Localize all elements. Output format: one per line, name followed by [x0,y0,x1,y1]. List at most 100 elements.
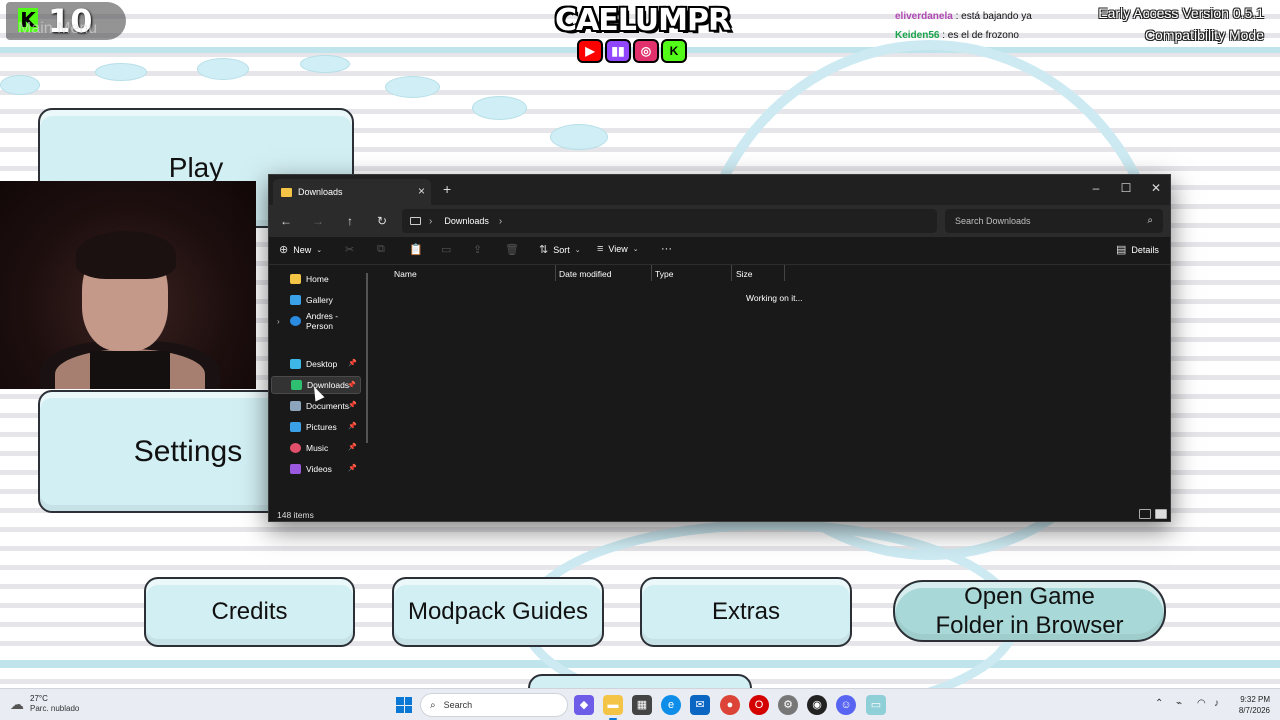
column-header-date-modified[interactable]: Date modified [559,269,611,279]
tiles-view-toggle[interactable] [1155,509,1167,519]
windows-logo-pane [404,697,412,705]
desktop-icon [290,359,301,369]
network-icon[interactable]: ⌁ [1176,698,1182,709]
pin-icon: 📌 [348,423,357,430]
more-options-button[interactable]: ··· [661,243,672,255]
taskbar-search-placeholder: Search [443,700,473,710]
search-placeholder: Search Downloads [955,216,1031,226]
file-explorer-icon[interactable]: ▬ [603,695,623,720]
sidebar-item-music[interactable]: Music 📌 [271,439,361,457]
obs-icon[interactable]: ◉ [807,695,827,715]
outlook-icon[interactable]: ✉ [690,695,710,715]
open-folder-label-line1: Open Game [964,583,1095,610]
settings-label: Settings [133,434,243,468]
close-window-button[interactable]: ✕ [1141,178,1171,198]
column-header-type[interactable]: Type [655,269,673,279]
chat-message: Keiden56 : es el de frozono [895,30,1019,41]
home-icon [290,274,301,284]
store-icon[interactable]: ▦ [632,695,652,715]
sidebar-item-desktop[interactable]: Desktop 📌 [271,355,361,373]
extras-button[interactable]: Extras [640,577,852,647]
view-button[interactable]: ≡ View ⌄ [597,243,639,255]
weather-widget[interactable]: ☁ 27°C Parc. nublado [10,694,79,714]
twitch-icon: ▮▮ [605,39,631,63]
sidebar-item-gallery[interactable]: Gallery [271,291,361,309]
maximize-button[interactable]: ☐ [1111,178,1141,198]
credits-button[interactable]: Credits [144,577,355,647]
forward-button[interactable]: → [307,211,329,231]
explorer-titlebar[interactable]: Downloads × + – ☐ ✕ [269,175,1170,205]
open-folder-label-line2: Folder in Browser [935,612,1124,639]
column-divider[interactable] [731,265,732,281]
clock-date: 8/7/2026 [1238,706,1270,715]
sort-button[interactable]: ⇅ Sort ⌄ [539,243,581,256]
sort-icon: ⇅ [539,244,549,256]
social-icons: ▶ ▮▮ ◎ K [577,39,687,63]
paste-icon[interactable]: 📋 [409,243,423,256]
start-button[interactable] [396,697,412,713]
settings-gear-icon[interactable]: ⚙ [778,695,798,715]
column-header-size[interactable]: Size [736,269,753,279]
game-window-icon[interactable]: ▭ [866,695,886,715]
volume-icon[interactable]: ♪ [1214,698,1219,709]
pin-icon: 📌 [348,465,357,472]
chrome-icon[interactable]: ● [720,695,740,715]
chevron-right-icon[interactable]: › [499,216,502,227]
column-divider[interactable] [651,265,652,281]
tab-downloads[interactable]: Downloads × [273,179,431,205]
address-bar[interactable]: › Downloads › [402,209,937,233]
onedrive-icon [290,316,301,326]
edge-icon[interactable]: e [661,695,681,715]
new-tab-button[interactable]: + [443,181,451,197]
sidebar-item-pictures[interactable]: Pictures 📌 [271,418,361,436]
copy-icon[interactable]: ⧉ [377,243,385,256]
sidebar-item-label: Home [306,274,329,284]
sidebar-item-home[interactable]: Home [271,270,361,288]
minimize-button[interactable]: – [1081,178,1111,198]
close-tab-icon[interactable]: × [418,184,425,198]
details-button[interactable]: ▤ Details [1116,243,1159,256]
column-header-name[interactable]: Name [394,269,417,279]
delete-icon[interactable]: 🗑 [505,243,519,256]
version-label: Early Access Version 0.5.1 [1098,5,1264,21]
opera-gx-icon[interactable]: O [749,695,769,715]
windows-logo-pane [396,705,404,713]
taskbar-search[interactable]: ⌕ Search [420,693,568,717]
pin-icon: 📌 [348,360,357,367]
chevron-right-icon[interactable]: › [277,317,280,326]
cut-icon[interactable]: ✂ [345,243,354,256]
modpack-guides-button[interactable]: Modpack Guides [392,577,604,647]
webcam-person-hair [76,231,176,279]
refresh-button[interactable]: ↻ [371,211,393,231]
chevron-up-icon[interactable]: ⌃ [1155,698,1163,709]
wifi-icon[interactable]: ◠ [1197,698,1206,709]
up-button[interactable]: ↑ [339,211,361,231]
copilot-icon[interactable]: ◆ [574,695,594,715]
open-game-folder-button[interactable]: Open Game Folder in Browser [893,580,1166,642]
details-view-toggle[interactable] [1139,509,1151,519]
back-button[interactable]: ← [275,211,297,231]
rename-icon[interactable]: ▭ [441,243,451,256]
partial-game-button[interactable] [528,674,752,688]
sidebar-item-onedrive[interactable]: › Andres - Person [271,311,367,331]
column-divider[interactable] [784,265,785,281]
share-icon[interactable]: ⇪ [473,243,482,256]
sidebar-item-label: Videos [306,464,332,474]
breadcrumb-downloads[interactable]: Downloads [444,216,489,226]
credits-label: Credits [211,598,288,625]
this-pc-icon [410,217,421,225]
discord-icon[interactable]: ☺ [836,695,856,715]
webcam-feed [0,181,256,389]
extras-label: Extras [711,598,780,625]
sidebar-item-videos[interactable]: Videos 📌 [271,460,361,478]
column-divider[interactable] [555,265,556,281]
downloads-icon [291,380,302,390]
background-bubble [95,63,147,81]
new-button[interactable]: ⊕ New ⌄ [279,243,322,256]
chat-text: : está bajando ya [955,11,1032,22]
search-input[interactable]: Search Downloads ⌕ [945,209,1163,233]
navigation-scrollbar[interactable] [366,273,368,443]
file-explorer-window: Downloads × + – ☐ ✕ ← → ↑ ↻ › Downloads … [268,174,1171,522]
chevron-right-icon[interactable]: › [429,216,432,227]
system-clock[interactable]: 9:32 PM 8/7/2026 [1239,694,1270,716]
